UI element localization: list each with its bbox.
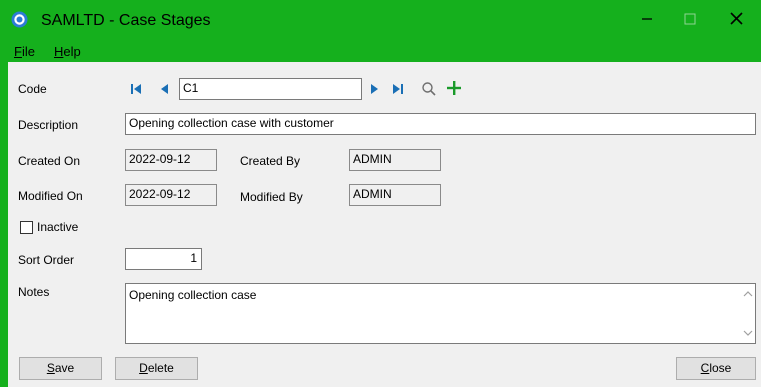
last-record-icon[interactable] — [390, 82, 404, 96]
modified-on-label: Modified On — [18, 189, 83, 203]
created-on-value: 2022-09-12 — [125, 149, 217, 171]
notes-textarea[interactable]: Opening collection case — [125, 283, 756, 344]
created-on-label: Created On — [18, 154, 81, 168]
menu-file-mnemonic: F — [14, 44, 22, 59]
sort-order-input[interactable]: 1 — [125, 248, 202, 270]
delete-button[interactable]: Delete — [115, 357, 198, 380]
title-bar[interactable]: SAMLTD - Case Stages — [0, 0, 761, 40]
modified-on-value: 2022-09-12 — [125, 184, 217, 206]
delete-label: elete — [147, 361, 174, 375]
description-label: Description — [18, 118, 79, 132]
menu-bar: File Help — [0, 40, 761, 62]
inactive-checkbox[interactable] — [20, 221, 33, 234]
created-by-label: Created By — [240, 154, 301, 168]
inactive-label: Inactive — [37, 220, 79, 234]
save-button[interactable]: Save — [19, 357, 102, 380]
maximize-icon[interactable] — [669, 5, 711, 33]
description-input[interactable]: Opening collection case with customer — [125, 113, 756, 135]
code-input[interactable]: C1 — [179, 78, 362, 100]
save-mnemonic: S — [46, 361, 55, 375]
close-label: lose — [709, 361, 732, 375]
app-icon — [11, 11, 28, 28]
code-label: Code — [18, 82, 47, 96]
scroll-up-icon[interactable] — [743, 290, 753, 298]
previous-record-icon[interactable] — [158, 82, 172, 96]
modified-by-label: Modified By — [240, 190, 303, 204]
menu-help-label: elp — [63, 44, 81, 59]
scroll-down-icon[interactable] — [743, 329, 753, 337]
modified-by-value: ADMIN — [349, 184, 441, 206]
created-by-value: ADMIN — [349, 149, 441, 171]
delete-mnemonic: D — [139, 361, 148, 375]
search-icon[interactable] — [421, 81, 437, 97]
case-stages-window: SAMLTD - Case Stages File Help Code C1 D… — [0, 0, 761, 387]
close-button[interactable]: Close — [676, 357, 756, 380]
menu-help-mnemonic: H — [54, 44, 64, 59]
window-left-border — [0, 62, 8, 387]
minimize-icon[interactable] — [626, 5, 668, 33]
menu-help[interactable]: Help — [54, 44, 81, 59]
sort-order-label: Sort Order — [18, 253, 75, 267]
next-record-icon[interactable] — [367, 82, 381, 96]
notes-text: Opening collection case — [129, 288, 257, 302]
window-title: SAMLTD - Case Stages — [41, 12, 211, 29]
first-record-icon[interactable] — [130, 82, 144, 96]
close-icon[interactable] — [715, 5, 757, 33]
notes-label: Notes — [18, 285, 50, 299]
add-icon[interactable] — [446, 80, 462, 96]
menu-file[interactable]: File — [14, 44, 35, 59]
menu-file-label: ile — [21, 44, 35, 59]
save-label: ave — [54, 361, 75, 375]
